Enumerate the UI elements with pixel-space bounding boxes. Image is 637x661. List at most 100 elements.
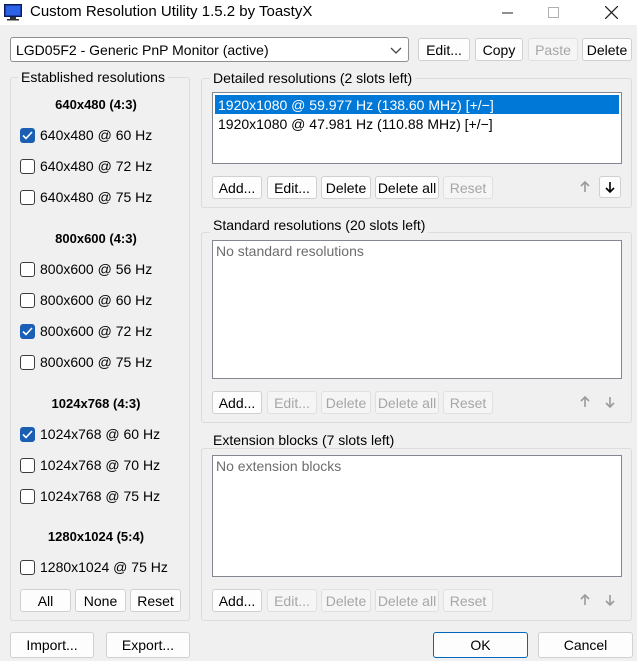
list-item[interactable]: 1920x1080 @ 47.981 Hz (110.88 MHz) [+/−]	[215, 114, 621, 133]
group-header-1024x768: 1024x768 (4:3)	[51, 396, 141, 411]
group-header-1280x1024: 1280x1024 (5:4)	[47, 529, 145, 544]
checkbox-800x600-60[interactable]: 800x600 @ 60 Hz	[20, 291, 152, 309]
group-header-640x480: 640x480 (4:3)	[55, 97, 137, 112]
checkmark-icon	[22, 130, 33, 140]
monitor-paste-button[interactable]: Paste	[528, 38, 578, 61]
extension-blocks-label: Extension blocks (7 slots left)	[210, 432, 398, 448]
group-header-800x600: 800x600 (4:3)	[55, 231, 137, 246]
detailed-resolutions-label: Detailed resolutions (2 slots left)	[210, 70, 416, 86]
extension-move-up-button[interactable]	[574, 589, 596, 611]
checkbox-label: 640x480 @ 72 Hz	[40, 158, 153, 174]
select-all-button[interactable]: All	[20, 589, 71, 612]
checkbox-checked[interactable]	[20, 426, 35, 442]
maximize-icon	[547, 7, 559, 18]
checkbox-label: 1280x1024 @ 75 Hz	[40, 559, 168, 575]
checkbox-1024x768-70[interactable]: 1024x768 @ 70 Hz	[20, 456, 160, 474]
detailed-reset-button[interactable]: Reset	[443, 176, 493, 199]
established-reset-button[interactable]: Reset	[130, 589, 181, 612]
arrow-down-icon	[605, 595, 615, 606]
detailed-add-button[interactable]: Add...	[212, 176, 262, 199]
extension-blocks-list[interactable]: No extension blocks	[212, 455, 622, 577]
checkbox-box[interactable]	[20, 158, 35, 174]
standard-edit-button[interactable]: Edit...	[267, 391, 317, 414]
extension-add-button[interactable]: Add...	[212, 589, 262, 612]
checkbox-label: 1024x768 @ 70 Hz	[40, 457, 161, 473]
checkbox-label: 800x600 @ 56 Hz	[40, 261, 153, 277]
detailed-delete-button[interactable]: Delete	[321, 176, 371, 199]
checkbox-label: 800x600 @ 72 Hz	[40, 323, 153, 339]
checkbox-box[interactable]	[20, 261, 35, 277]
standard-delete-all-button[interactable]: Delete all	[375, 391, 439, 414]
standard-add-button[interactable]: Add...	[212, 391, 262, 414]
arrow-down-icon	[605, 397, 615, 408]
checkbox-1280x1024-75[interactable]: 1280x1024 @ 75 Hz	[20, 558, 168, 576]
detailed-delete-all-button[interactable]: Delete all	[375, 176, 439, 199]
checkbox-box[interactable]	[20, 354, 35, 370]
checkbox-label: 1024x768 @ 75 Hz	[40, 488, 161, 504]
checkbox-box[interactable]	[20, 457, 35, 473]
standard-delete-button[interactable]: Delete	[321, 391, 371, 414]
checkbox-box[interactable]	[20, 189, 35, 205]
standard-move-up-button[interactable]	[574, 391, 596, 413]
checkbox-box[interactable]	[20, 488, 35, 504]
checkbox-label: 640x480 @ 60 Hz	[40, 127, 153, 143]
checkbox-800x600-75[interactable]: 800x600 @ 75 Hz	[20, 353, 152, 371]
extension-delete-all-button[interactable]: Delete all	[375, 589, 439, 612]
cancel-button[interactable]: Cancel	[538, 632, 633, 658]
detailed-edit-button[interactable]: Edit...	[267, 176, 317, 199]
established-resolutions-label: Established resolutions	[18, 69, 168, 85]
checkbox-1024x768-60[interactable]: 1024x768 @ 60 Hz	[20, 425, 160, 443]
detailed-move-up-button[interactable]	[574, 176, 596, 198]
monitor-select[interactable]: LGD05F2 - Generic PnP Monitor (active)	[10, 37, 409, 62]
export-button[interactable]: Export...	[106, 632, 190, 658]
checkbox-label: 800x600 @ 75 Hz	[40, 354, 153, 370]
standard-reset-button[interactable]: Reset	[443, 391, 493, 414]
standard-resolutions-list[interactable]: No standard resolutions	[212, 240, 622, 379]
checkbox-checked[interactable]	[20, 127, 35, 143]
checkmark-icon	[22, 429, 33, 439]
close-button[interactable]	[588, 0, 634, 25]
checkbox-label: 1024x768 @ 60 Hz	[40, 426, 161, 442]
list-item[interactable]: 1920x1080 @ 59.977 Hz (138.60 MHz) [+/−]	[215, 95, 619, 114]
checkbox-640x480-60[interactable]: 640x480 @ 60 Hz	[20, 126, 152, 144]
select-none-button[interactable]: None	[75, 589, 126, 612]
checkbox-640x480-75[interactable]: 640x480 @ 75 Hz	[20, 188, 152, 206]
extension-move-down-button[interactable]	[599, 589, 621, 611]
monitor-select-value: LGD05F2 - Generic PnP Monitor (active)	[16, 41, 269, 58]
minimize-icon	[501, 12, 513, 14]
close-icon	[604, 6, 618, 19]
standard-empty-text: No standard resolutions	[216, 243, 364, 259]
chevron-down-icon	[390, 47, 402, 54]
minimize-button[interactable]	[484, 0, 530, 25]
maximize-button[interactable]	[530, 0, 576, 25]
arrow-down-icon	[605, 182, 615, 193]
checkbox-800x600-56[interactable]: 800x600 @ 56 Hz	[20, 260, 152, 278]
extension-delete-button[interactable]: Delete	[321, 589, 371, 612]
standard-move-down-button[interactable]	[599, 391, 621, 413]
checkbox-label: 800x600 @ 60 Hz	[40, 292, 153, 308]
extension-edit-button[interactable]: Edit...	[267, 589, 317, 612]
arrow-up-icon	[580, 396, 590, 407]
window-title: Custom Resolution Utility 1.5.2 by Toast…	[30, 3, 313, 20]
detailed-move-down-button[interactable]	[599, 176, 621, 198]
extension-empty-text: No extension blocks	[216, 458, 342, 474]
import-button[interactable]: Import...	[10, 632, 94, 658]
extension-reset-button[interactable]: Reset	[443, 589, 493, 612]
monitor-edit-button[interactable]: Edit...	[418, 38, 470, 61]
checkbox-checked[interactable]	[20, 323, 35, 339]
checkbox-box[interactable]	[20, 559, 35, 575]
checkbox-640x480-72[interactable]: 640x480 @ 72 Hz	[20, 157, 152, 175]
standard-resolutions-label: Standard resolutions (20 slots left)	[210, 217, 429, 233]
checkbox-800x600-72[interactable]: 800x600 @ 72 Hz	[20, 322, 152, 340]
monitor-icon	[4, 4, 22, 21]
checkbox-box[interactable]	[20, 292, 35, 308]
detailed-resolutions-list[interactable]: 1920x1080 @ 59.977 Hz (138.60 MHz) [+/−]…	[212, 92, 622, 164]
arrow-up-icon	[580, 594, 590, 605]
arrow-up-icon	[580, 181, 590, 192]
title-bar: Custom Resolution Utility 1.5.2 by Toast…	[0, 0, 637, 25]
monitor-delete-button[interactable]: Delete	[582, 38, 632, 61]
checkbox-1024x768-75[interactable]: 1024x768 @ 75 Hz	[20, 487, 160, 505]
monitor-copy-button[interactable]: Copy	[475, 38, 523, 61]
checkmark-icon	[22, 326, 33, 336]
ok-button[interactable]: OK	[433, 632, 528, 658]
